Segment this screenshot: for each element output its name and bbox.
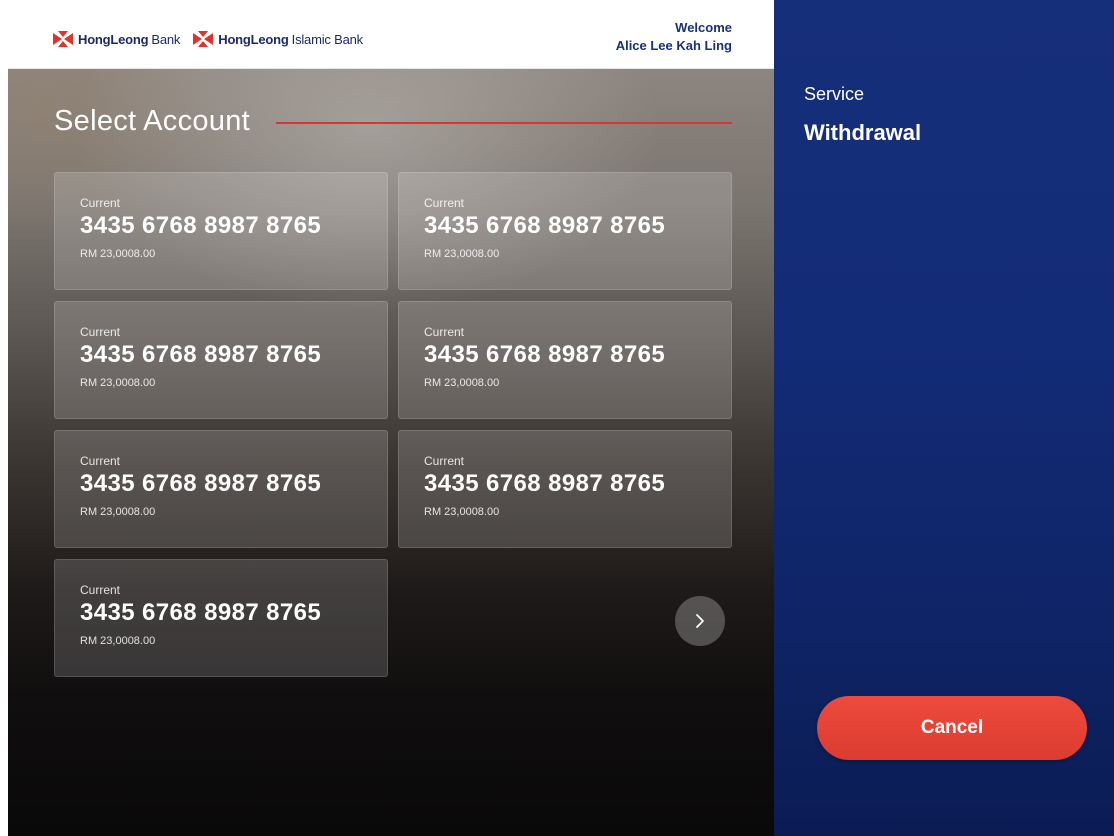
user-name: Alice Lee Kah Ling xyxy=(615,38,732,53)
account-card[interactable]: Current 3435 6768 8987 8765 RM 23,0008.0… xyxy=(398,430,732,548)
hongleong-bank-logo: HongLeong Bank xyxy=(52,30,180,48)
account-type: Current xyxy=(80,325,121,339)
welcome-message: Welcome Alice Lee Kah Ling xyxy=(616,19,732,55)
account-balance: RM 23,0008.00 xyxy=(424,506,500,518)
account-balance: RM 23,0008.00 xyxy=(424,377,500,389)
account-card[interactable]: Current 3435 6768 8987 8765 RM 23,0008.0… xyxy=(54,430,388,548)
bank-logos: HongLeong Bank HongLeong Islamic Bank xyxy=(52,25,375,53)
atm-screen: HongLeong Bank HongLeong Islamic Bank We… xyxy=(0,0,1114,836)
account-card[interactable]: Current 3435 6768 8987 8765 RM 23,0008.0… xyxy=(398,301,732,419)
account-type: Current xyxy=(80,583,121,597)
chevron-right-icon xyxy=(696,614,704,628)
logo-sub-text: Bank xyxy=(151,31,181,47)
account-balance: RM 23,0008.00 xyxy=(80,248,156,260)
account-card[interactable]: Current 3435 6768 8987 8765 RM 23,0008.0… xyxy=(398,172,732,290)
account-type: Current xyxy=(424,196,465,210)
account-number: 3435 6768 8987 8765 xyxy=(80,599,322,626)
account-number: 3435 6768 8987 8765 xyxy=(80,341,322,368)
hongleong-logo-icon xyxy=(193,31,214,47)
logo-brand-text: HongLeong xyxy=(78,31,149,47)
account-card[interactable]: Current 3435 6768 8987 8765 RM 23,0008.0… xyxy=(54,559,388,677)
logo-sub-text: Islamic Bank xyxy=(291,31,363,47)
account-number: 3435 6768 8987 8765 xyxy=(80,212,322,239)
header: HongLeong Bank HongLeong Islamic Bank We… xyxy=(8,8,774,69)
account-card[interactable]: Current 3435 6768 8987 8765 RM 23,0008.0… xyxy=(54,301,388,419)
account-balance: RM 23,0008.00 xyxy=(80,506,156,518)
cancel-button[interactable]: Cancel xyxy=(817,696,1087,760)
account-number: 3435 6768 8987 8765 xyxy=(80,470,322,497)
account-number: 3435 6768 8987 8765 xyxy=(424,470,666,497)
account-balance: RM 23,0008.00 xyxy=(80,377,156,389)
account-number: 3435 6768 8987 8765 xyxy=(424,341,666,368)
next-page-button[interactable] xyxy=(675,596,725,646)
hongleong-islamic-bank-logo: HongLeong Islamic Bank xyxy=(192,30,363,48)
account-type: Current xyxy=(424,325,465,339)
account-number: 3435 6768 8987 8765 xyxy=(424,212,666,239)
account-type: Current xyxy=(424,454,465,468)
welcome-label: Welcome xyxy=(675,20,732,35)
hongleong-logo-icon xyxy=(53,31,73,47)
account-type: Current xyxy=(80,454,121,468)
logo-brand-text: HongLeong xyxy=(218,31,289,47)
service-value: Withdrawal xyxy=(804,120,922,145)
service-panel: Service Withdrawal Cancel xyxy=(774,0,1114,836)
service-label: Service xyxy=(804,84,865,104)
account-type: Current xyxy=(80,196,121,210)
account-balance: RM 23,0008.00 xyxy=(80,635,156,647)
page-title: Select Account xyxy=(54,105,251,137)
account-balance: RM 23,0008.00 xyxy=(424,248,500,260)
main-area: HongLeong Bank HongLeong Islamic Bank We… xyxy=(8,8,774,836)
account-card[interactable]: Current 3435 6768 8987 8765 RM 23,0008.0… xyxy=(54,172,388,290)
title-divider xyxy=(276,122,732,124)
